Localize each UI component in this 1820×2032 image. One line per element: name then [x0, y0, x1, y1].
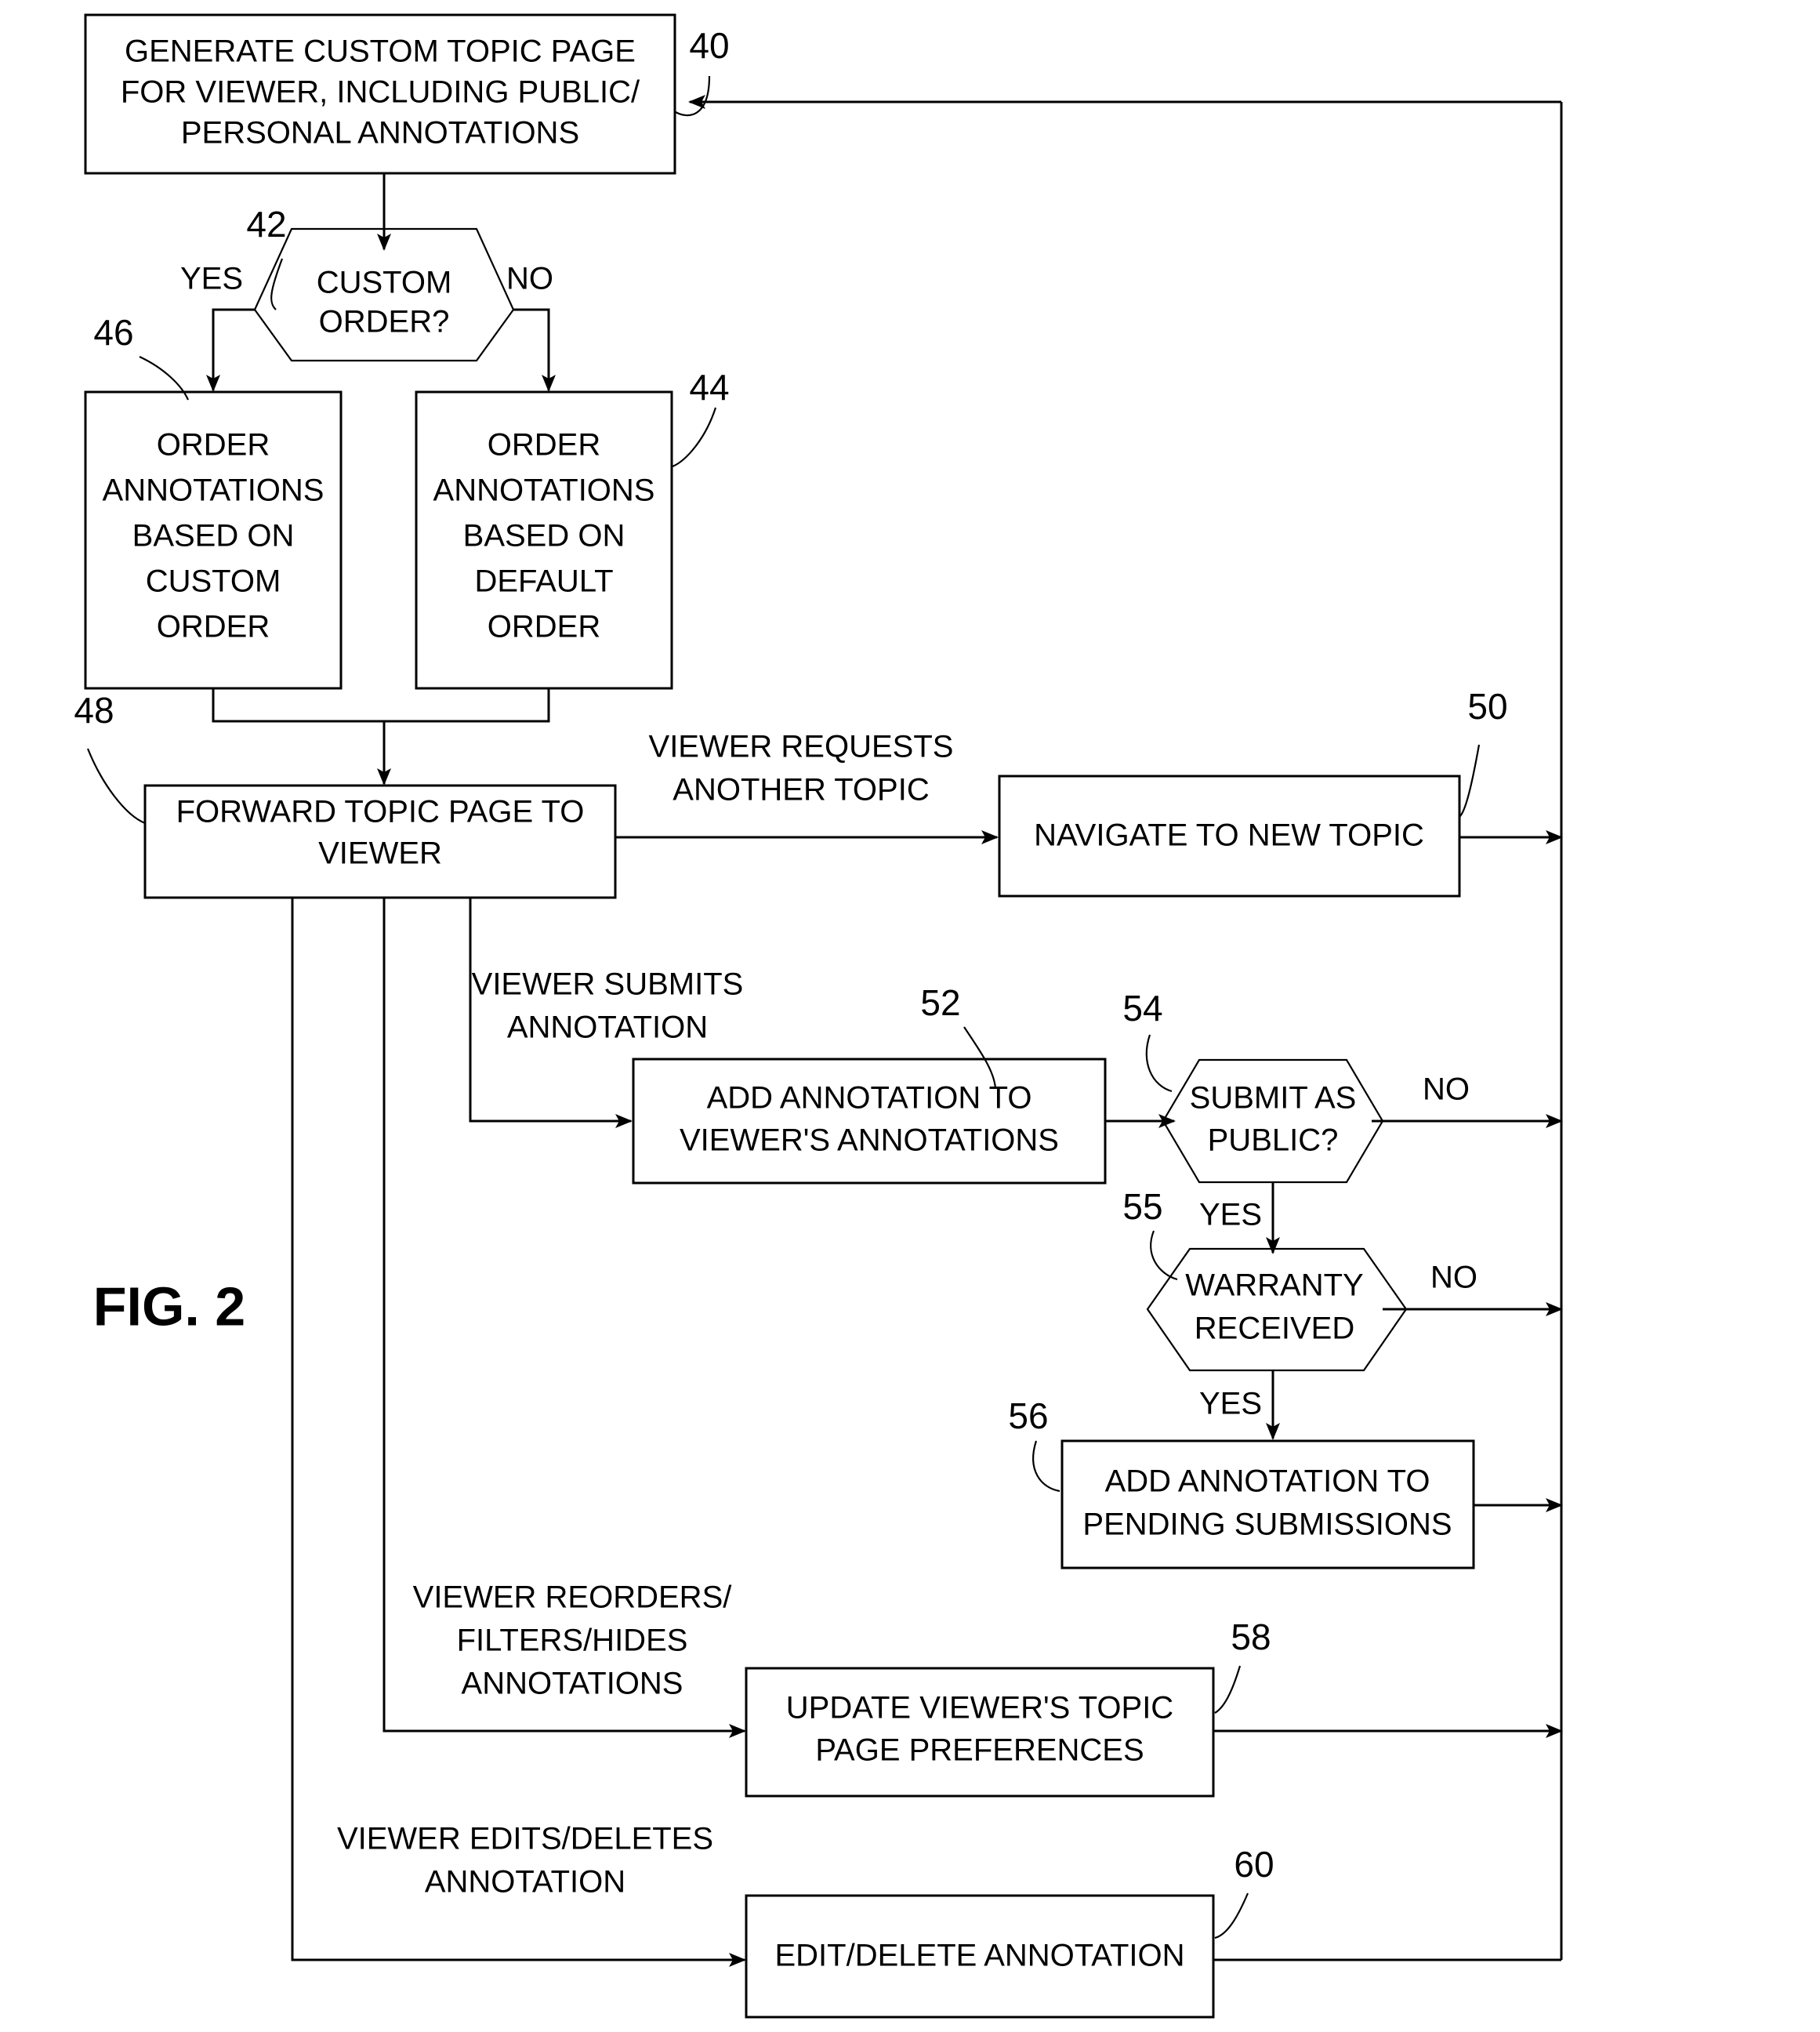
node-54-line-2: PUBLIC?	[1208, 1123, 1339, 1158]
node-56-box[interactable]	[1060, 1439, 1475, 1569]
edge-label-custom-order-no: NO	[506, 262, 553, 296]
node-40-line-3: PERSONAL ANNOTATIONS	[181, 116, 579, 151]
leader-56	[1032, 1440, 1060, 1493]
edge-44-merge	[384, 688, 550, 723]
leader-54	[1145, 1034, 1173, 1093]
ref-numeral-44: 44	[689, 367, 729, 408]
node-40-line-1: GENERATE CUSTOM TOPIC PAGE	[125, 34, 636, 69]
leader-52	[963, 1026, 997, 1089]
edge-label-submit-public-yes: YES	[1199, 1198, 1262, 1232]
leader-44	[672, 407, 717, 468]
node-52-line-2: VIEWER'S ANNOTATIONS	[680, 1123, 1059, 1158]
node-48-line-2: VIEWER	[318, 836, 442, 871]
node-44-line-5: ORDER	[488, 610, 600, 644]
edge-label-warranty-no: NO	[1430, 1261, 1477, 1295]
node-42-line-2: ORDER?	[319, 305, 450, 339]
leader-58	[1214, 1665, 1242, 1714]
edge-label-viewer-submits-line-2: ANNOTATION	[507, 1011, 708, 1045]
node-44-line-3: BASED ON	[463, 519, 625, 553]
node-52-line-1: ADD ANNOTATION TO	[707, 1081, 1032, 1116]
edge-46-merge	[212, 688, 384, 723]
ref-numeral-50: 50	[1467, 686, 1507, 727]
node-labels: GENERATE CUSTOM TOPIC PAGE FOR VIEWER, I…	[103, 34, 1452, 1973]
node-55-decision[interactable]	[1146, 1247, 1408, 1372]
ref-numeral-48: 48	[74, 690, 114, 731]
ref-numeral-55: 55	[1122, 1186, 1162, 1227]
node-46-line-5: ORDER	[157, 610, 270, 644]
node-46-line-4: CUSTOM	[146, 564, 281, 599]
node-58-line-2: PAGE PREFERENCES	[815, 1733, 1144, 1768]
node-58-line-1: UPDATE VIEWER'S TOPIC	[786, 1691, 1173, 1725]
node-50-line-1: NAVIGATE TO NEW TOPIC	[1034, 818, 1424, 853]
edge-label-viewer-submits-line-1: VIEWER SUBMITS	[472, 967, 744, 1002]
edge-label-viewer-reorders-line-3: ANNOTATIONS	[462, 1667, 683, 1701]
edge-48-to-60	[291, 898, 746, 1967]
ref-numeral-54: 54	[1122, 988, 1162, 1029]
ref-numeral-52: 52	[920, 982, 960, 1023]
edge-48-to-52	[469, 898, 633, 1128]
leader-42	[270, 258, 284, 310]
flowchart-canvas: GENERATE CUSTOM TOPIC PAGE FOR VIEWER, I…	[74, 13, 1563, 2019]
node-46-line-2: ANNOTATIONS	[103, 474, 324, 508]
edge-label-viewer-edits-line-1: VIEWER EDITS/DELETES	[337, 1822, 713, 1856]
edge-label-viewer-requests-line-2: ANOTHER TOPIC	[673, 773, 929, 807]
edge-label-custom-order-yes: YES	[180, 262, 243, 296]
reference-leaders	[86, 75, 1481, 1939]
leader-50	[1459, 744, 1481, 818]
node-58-box[interactable]	[745, 1667, 1215, 1798]
figure-label: FIG. 2	[93, 1275, 245, 1337]
ref-numeral-40: 40	[689, 25, 729, 66]
edge-42-yes-to-46	[206, 308, 255, 392]
node-56-line-1: ADD ANNOTATION TO	[1105, 1464, 1430, 1499]
node-44-line-1: ORDER	[488, 428, 600, 463]
node-46-line-3: BASED ON	[132, 519, 295, 553]
edge-label-viewer-reorders-line-1: VIEWER REORDERS/	[413, 1580, 733, 1615]
node-42-line-1: CUSTOM	[317, 266, 452, 300]
leader-46	[139, 356, 190, 401]
node-44-line-2: ANNOTATIONS	[433, 474, 655, 508]
ref-numeral-60: 60	[1234, 1844, 1274, 1885]
edge-label-viewer-edits-line-2: ANNOTATION	[425, 1865, 625, 1900]
node-60-line-1: EDIT/DELETE ANNOTATION	[774, 1939, 1184, 1973]
edge-label-submit-public-no: NO	[1423, 1072, 1470, 1107]
edge-label-viewer-requests-line-1: VIEWER REQUESTS	[649, 730, 954, 764]
node-54-line-1: SUBMIT AS	[1190, 1081, 1357, 1116]
leader-48	[86, 748, 146, 825]
node-56-line-2: PENDING SUBMISSIONS	[1082, 1508, 1452, 1542]
node-46-line-1: ORDER	[157, 428, 270, 463]
leader-60	[1214, 1892, 1249, 1939]
node-55-line-2: RECEIVED	[1195, 1312, 1355, 1346]
reference-numerals: 40 42 46 44 48 50 52 54 55 56 58 60	[74, 25, 1507, 1885]
node-52-box[interactable]	[632, 1058, 1107, 1185]
node-44-line-4: DEFAULT	[474, 564, 613, 599]
ref-numeral-56: 56	[1008, 1395, 1048, 1436]
node-55-line-1: WARRANTY	[1185, 1268, 1363, 1303]
edge-42-no-to-44	[513, 308, 556, 392]
node-48-line-1: FORWARD TOPIC PAGE TO	[176, 795, 585, 829]
flow-connectors	[206, 95, 1563, 1967]
ref-numeral-46: 46	[93, 312, 133, 353]
edge-label-warranty-yes: YES	[1199, 1387, 1262, 1421]
patent-figure-page: GENERATE CUSTOM TOPIC PAGE FOR VIEWER, I…	[0, 0, 1820, 2032]
leader-40	[675, 75, 711, 117]
node-40-line-2: FOR VIEWER, INCLUDING PUBLIC/	[121, 75, 640, 110]
ref-numeral-58: 58	[1231, 1617, 1271, 1657]
edge-label-viewer-reorders-line-2: FILTERS/HIDES	[457, 1624, 688, 1658]
node-54-decision[interactable]	[1162, 1058, 1384, 1184]
ref-numeral-42: 42	[246, 204, 286, 245]
